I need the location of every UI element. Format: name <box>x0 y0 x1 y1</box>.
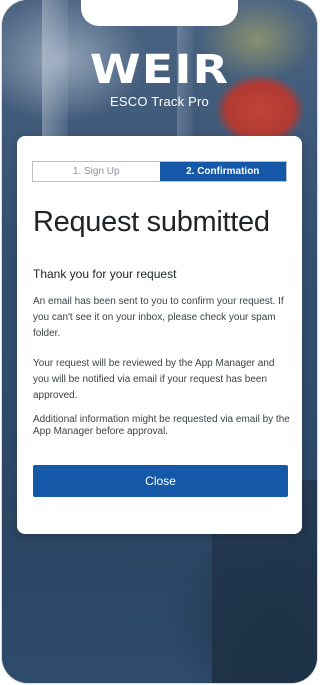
additional-info-text: Additional information might be requeste… <box>33 414 290 437</box>
weir-logo: WEIR <box>89 47 230 93</box>
step-indicator: 1. Sign Up 2. Confirmation <box>32 161 287 182</box>
step-sign-up: 1. Sign Up <box>72 166 120 177</box>
close-button[interactable]: Close <box>33 465 288 497</box>
page-title: Request submitted <box>33 206 270 238</box>
email-confirmation-text: An email has been sent to you to confirm… <box>33 296 284 339</box>
brand-header: WEIR ESCO Track Pro <box>2 50 317 109</box>
device-notch <box>81 0 238 26</box>
app-name: ESCO Track Pro <box>110 94 209 109</box>
thank-you-heading: Thank you for your request <box>33 267 177 281</box>
phone-frame: WEIR ESCO Track Pro 1. Sign Up 2. Confir… <box>2 0 317 683</box>
confirmation-card: 1. Sign Up 2. Confirmation Request submi… <box>17 136 302 534</box>
review-notice-text: Your request will be reviewed by the App… <box>33 358 275 401</box>
step-confirmation: 2. Confirmation <box>159 162 286 181</box>
